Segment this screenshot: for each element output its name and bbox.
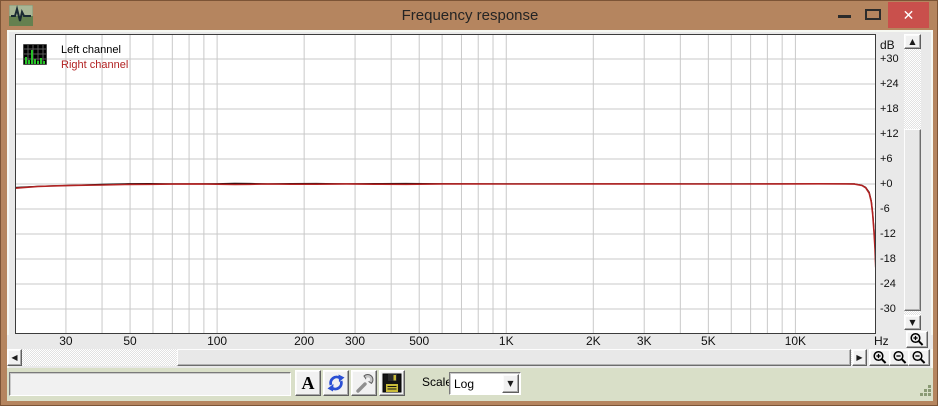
y-axis-labels: dB +30 +24 +18 +12 +6 +0 -6 -12 -18 -24 -30 xyxy=(877,34,904,334)
zoom-in-y-button[interactable] xyxy=(906,331,928,348)
minimize-icon xyxy=(838,15,851,18)
y-tick-label: -18 xyxy=(880,252,896,266)
arrow-left-icon: ◀ xyxy=(11,354,17,362)
vertical-scrollbar-thumb[interactable] xyxy=(904,129,921,311)
x-axis-unit: Hz xyxy=(874,334,889,348)
arrow-down-icon: ▼ xyxy=(909,319,915,327)
maximize-button[interactable] xyxy=(859,1,887,29)
y-tick-label: -6 xyxy=(880,202,890,216)
close-button[interactable]: ✕ xyxy=(888,2,929,28)
x-tick-label: 10K xyxy=(785,335,806,348)
scale-dropdown-value: Log xyxy=(454,375,474,393)
zoom-out-icon xyxy=(892,350,908,365)
scroll-left-button[interactable]: ◀ xyxy=(7,349,22,366)
font-button[interactable]: A xyxy=(295,370,321,396)
y-axis-unit: dB xyxy=(880,38,895,52)
y-tick-label: -12 xyxy=(880,227,896,241)
title-bar[interactable]: Frequency response ✕ xyxy=(1,1,938,30)
dropdown-arrow-button[interactable]: ▼ xyxy=(502,374,519,393)
refresh-button[interactable] xyxy=(323,370,349,396)
frequency-response-plot[interactable] xyxy=(15,34,876,334)
save-button[interactable] xyxy=(379,370,405,396)
app-waveform-icon[interactable] xyxy=(9,5,33,26)
series-right-channel xyxy=(15,184,876,267)
x-tick-label: 1K xyxy=(499,335,514,348)
y-tick-label: -30 xyxy=(880,302,896,316)
close-icon: ✕ xyxy=(903,7,915,23)
resize-grip[interactable] xyxy=(917,385,931,397)
y-tick-label: +24 xyxy=(880,77,899,91)
scale-dropdown[interactable]: Log ▼ xyxy=(449,372,521,395)
x-tick-label: 500 xyxy=(409,335,429,348)
x-tick-label: 100 xyxy=(207,335,227,348)
y-tick-label: +6 xyxy=(880,152,893,166)
settings-button[interactable] xyxy=(351,370,377,396)
x-tick-label: 5K xyxy=(701,335,716,348)
cursor-readout-panel: Cursor: 1231 Hz, left = -0.11 dB, right … xyxy=(9,372,291,396)
x-tick-label: 200 xyxy=(294,335,314,348)
x-tick-label: 3K xyxy=(637,335,652,348)
x-tick-label: 2K xyxy=(586,335,601,348)
refresh-icon xyxy=(326,373,346,393)
scroll-up-button[interactable]: ▲ xyxy=(904,34,921,49)
x-axis-labels: Hz 30 50 100 200 300 500 1K 2K 3K 5K 10K xyxy=(7,335,933,349)
arrow-up-icon: ▲ xyxy=(909,38,915,46)
series-left-channel xyxy=(15,183,876,265)
zoom-in-x-button[interactable] xyxy=(869,349,891,366)
zoom-out-y-button[interactable] xyxy=(908,349,930,366)
y-tick-label: +0 xyxy=(880,177,893,191)
y-tick-label: +12 xyxy=(880,127,899,141)
legend-right-channel: Right channel xyxy=(61,59,128,71)
x-tick-label: 50 xyxy=(123,335,136,348)
y-tick-label: +18 xyxy=(880,102,899,116)
wrench-icon xyxy=(354,373,374,393)
arrow-right-icon: ▶ xyxy=(856,354,862,362)
scroll-right-button[interactable]: ▶ xyxy=(852,349,867,366)
scale-label: Scale xyxy=(422,375,452,389)
frequency-response-window: Frequency response ✕ Left channel Right … xyxy=(0,0,938,406)
window-title: Frequency response xyxy=(1,1,938,30)
font-icon: A xyxy=(302,373,315,394)
legend-left-channel: Left channel xyxy=(61,44,121,56)
zoom-in-icon xyxy=(872,350,888,365)
y-tick-label: -24 xyxy=(880,277,896,291)
zoom-out-icon xyxy=(911,350,927,365)
scroll-down-button[interactable]: ▼ xyxy=(904,315,921,330)
zoom-in-icon xyxy=(909,332,925,347)
x-tick-label: 300 xyxy=(345,335,365,348)
horizontal-scrollbar-thumb[interactable] xyxy=(177,349,851,366)
y-tick-label: +30 xyxy=(880,52,899,66)
spectrum-legend-icon xyxy=(23,44,47,65)
chevron-down-icon: ▼ xyxy=(507,380,513,388)
x-tick-label: 30 xyxy=(59,335,72,348)
minimize-button[interactable] xyxy=(829,1,857,29)
maximize-icon xyxy=(865,9,881,20)
floppy-save-icon xyxy=(382,373,402,393)
